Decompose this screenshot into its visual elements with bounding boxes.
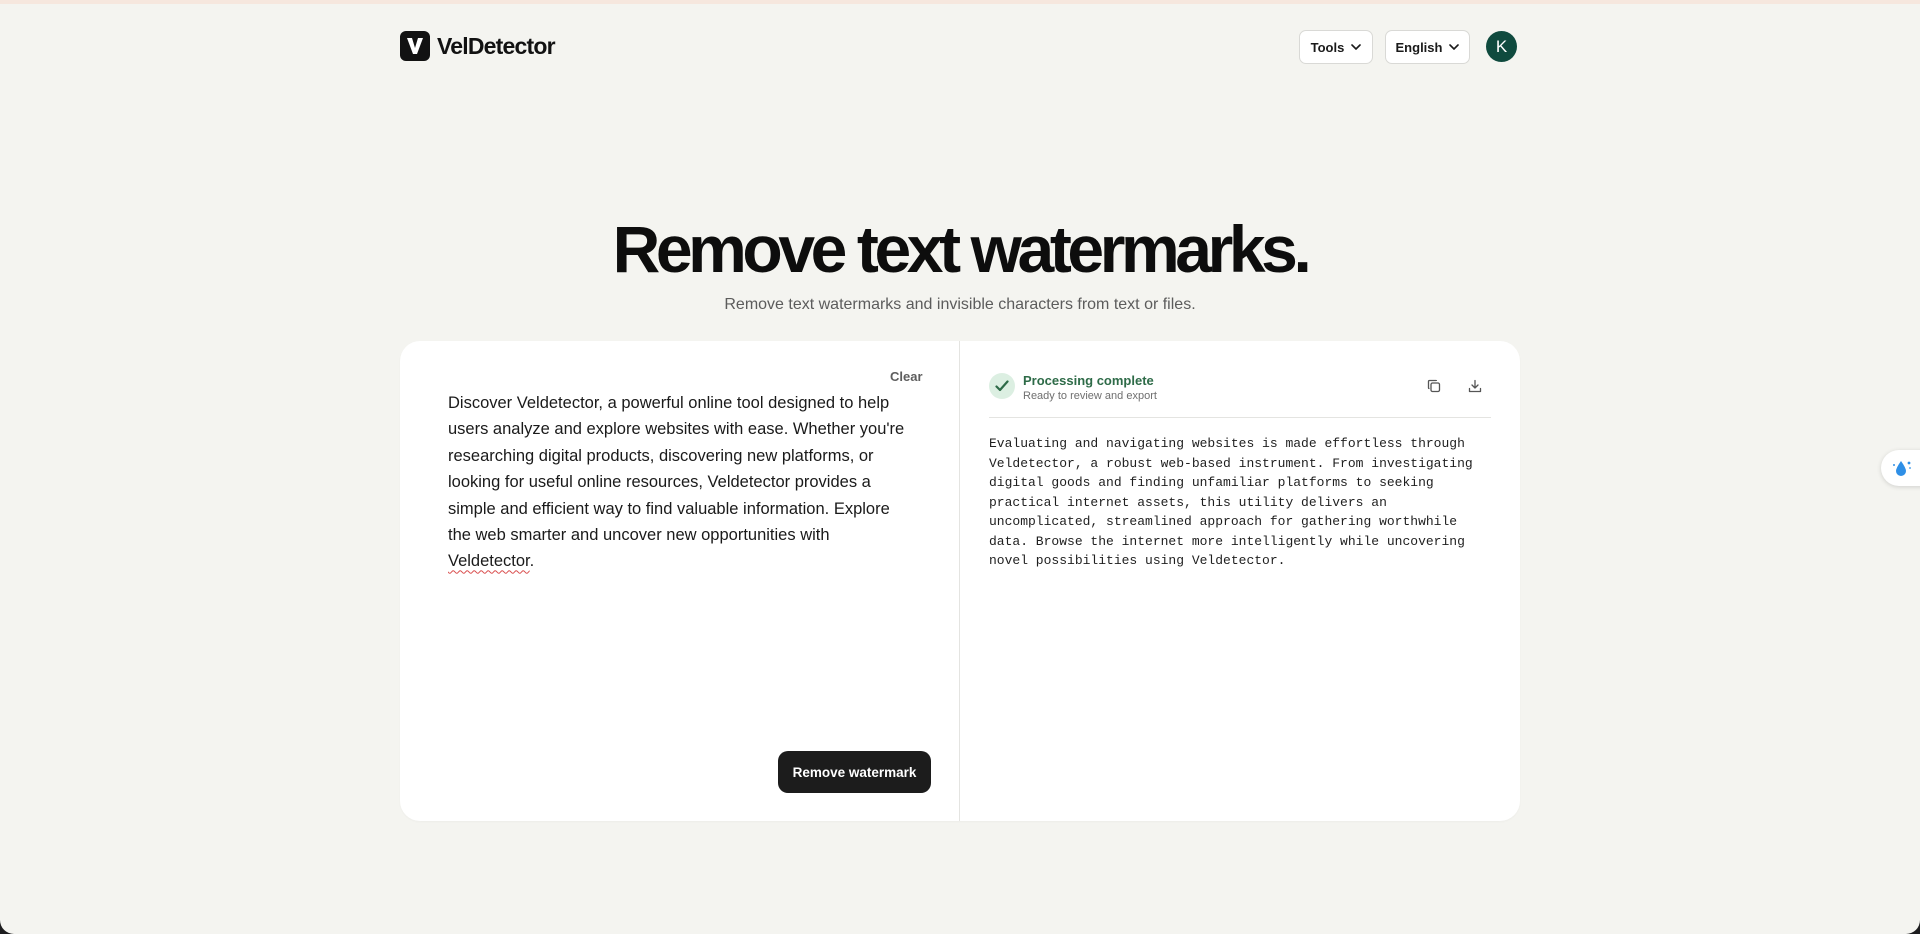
status-subtitle: Ready to review and export bbox=[1023, 390, 1157, 402]
tools-menu-button[interactable]: Tools bbox=[1299, 30, 1373, 64]
floating-extension-widget[interactable] bbox=[1881, 450, 1920, 486]
remove-watermark-button[interactable]: Remove watermark bbox=[778, 751, 931, 793]
download-icon bbox=[1468, 379, 1482, 393]
top-accent-line bbox=[0, 0, 1920, 4]
output-result-text: Evaluating and navigating websites is ma… bbox=[989, 436, 1473, 568]
page: VelDetector Tools English K Remove text … bbox=[0, 0, 1920, 934]
download-button[interactable] bbox=[1463, 374, 1487, 398]
clear-button[interactable]: Clear bbox=[890, 369, 923, 384]
copy-button[interactable] bbox=[1422, 374, 1446, 398]
language-label: English bbox=[1395, 39, 1443, 55]
panel-divider bbox=[959, 341, 960, 821]
logo-v-icon bbox=[400, 31, 430, 61]
chevron-down-icon bbox=[1449, 44, 1460, 50]
page-subtitle: Remove text watermarks and invisible cha… bbox=[724, 296, 1196, 313]
brand-name: VelDetector bbox=[437, 32, 556, 59]
status-title: Processing complete bbox=[1023, 373, 1154, 388]
tools-label: Tools bbox=[1310, 39, 1345, 55]
page-title: Remove text watermarks. bbox=[612, 212, 1312, 286]
input-text-body: Discover Veldetector, a powerful online … bbox=[448, 394, 905, 545]
watermark-tool-card: Clear Discover Veldetector, a powerful o… bbox=[400, 341, 1520, 821]
check-icon bbox=[989, 373, 1015, 399]
user-avatar[interactable]: K bbox=[1486, 31, 1517, 62]
output-separator bbox=[989, 417, 1491, 418]
brand-logo[interactable]: VelDetector bbox=[400, 31, 556, 61]
water-drop-icon bbox=[1893, 461, 1911, 476]
copy-icon bbox=[1427, 379, 1441, 393]
input-text-end: . bbox=[529, 552, 535, 571]
spellcheck-flagged-word: Veldetector bbox=[448, 552, 530, 571]
chevron-down-icon bbox=[1351, 44, 1362, 50]
language-select[interactable]: English bbox=[1385, 30, 1470, 64]
input-textarea[interactable]: Discover Veldetector, a powerful online … bbox=[448, 390, 918, 575]
